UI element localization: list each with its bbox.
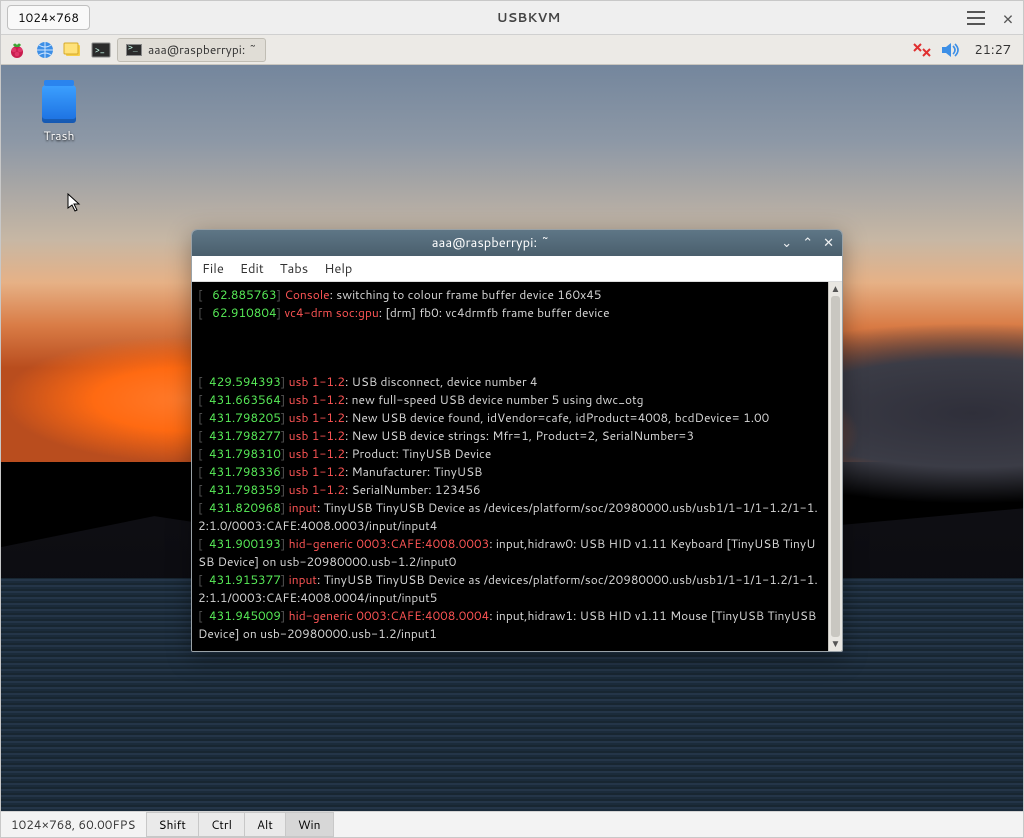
mod-alt-button[interactable]: Alt bbox=[245, 812, 286, 837]
trash-label: Trash bbox=[29, 127, 89, 144]
remote-taskbar: >_ aaa@raspberrypi: ~ 21:27 bbox=[1, 35, 1023, 65]
terminal-titlebar[interactable]: aaa@raspberrypi: ~ ⌄ ⌃ ✕ bbox=[192, 230, 842, 256]
mod-shift-button[interactable]: Shift bbox=[146, 812, 199, 837]
status-info: 1024×768, 60.00FPS bbox=[1, 816, 146, 833]
taskbar-clock[interactable]: 21:27 bbox=[966, 41, 1019, 59]
taskbar-task-terminal[interactable]: aaa@raspberrypi: ~ bbox=[117, 38, 266, 62]
menu-tabs[interactable]: Tabs bbox=[280, 260, 308, 278]
usbkvm-window: 1024×768 USBKVM × >_ bbox=[0, 0, 1024, 838]
scroll-thumb[interactable] bbox=[831, 296, 840, 637]
terminal-menubar: File Edit Tabs Help bbox=[192, 256, 842, 282]
menu-help[interactable]: Help bbox=[324, 260, 352, 278]
browser-icon[interactable] bbox=[33, 39, 57, 61]
terminal-maximize-button[interactable]: ⌃ bbox=[802, 234, 813, 252]
desktop-trash[interactable]: Trash bbox=[29, 85, 89, 144]
volume-icon[interactable] bbox=[938, 39, 962, 61]
menu-file[interactable]: File bbox=[202, 260, 224, 278]
terminal-scrollbar[interactable]: ▲ ▼ bbox=[828, 282, 842, 651]
terminal-window[interactable]: aaa@raspberrypi: ~ ⌄ ⌃ ✕ File Edit Tabs … bbox=[191, 229, 843, 652]
file-manager-icon[interactable] bbox=[61, 39, 85, 61]
task-button-label: aaa@raspberrypi: ~ bbox=[148, 41, 257, 58]
mod-ctrl-button[interactable]: Ctrl bbox=[199, 812, 245, 837]
terminal-minimize-button[interactable]: ⌄ bbox=[781, 234, 792, 252]
hamburger-menu-icon[interactable] bbox=[967, 11, 985, 25]
scroll-up-icon[interactable]: ▲ bbox=[829, 282, 842, 296]
statusbar: 1024×768, 60.00FPS Shift Ctrl Alt Win bbox=[1, 811, 1023, 837]
raspberry-menu-icon[interactable] bbox=[5, 39, 29, 61]
close-button[interactable]: × bbox=[999, 5, 1017, 31]
resolution-button[interactable]: 1024×768 bbox=[7, 5, 90, 30]
remote-viewport[interactable]: >_ aaa@raspberrypi: ~ 21:27 Trash bbox=[1, 35, 1023, 811]
window-title: USBKVM bbox=[90, 9, 967, 27]
mod-win-button[interactable]: Win bbox=[286, 812, 334, 837]
svg-text:>_: >_ bbox=[95, 43, 105, 56]
outer-titlebar: 1024×768 USBKVM × bbox=[1, 1, 1023, 35]
terminal-output[interactable]: [ 62.885763] Console: switching to colou… bbox=[192, 282, 828, 651]
menu-edit[interactable]: Edit bbox=[240, 260, 264, 278]
modifier-buttons: Shift Ctrl Alt Win bbox=[146, 812, 334, 837]
terminal-close-button[interactable]: ✕ bbox=[823, 234, 834, 252]
scroll-down-icon[interactable]: ▼ bbox=[829, 637, 842, 651]
network-disconnected-icon[interactable] bbox=[910, 39, 934, 61]
terminal-launcher-icon[interactable]: >_ bbox=[89, 39, 113, 61]
task-terminal-icon bbox=[126, 44, 142, 56]
terminal-title: aaa@raspberrypi: ~ bbox=[200, 234, 781, 252]
trash-icon bbox=[42, 85, 76, 123]
